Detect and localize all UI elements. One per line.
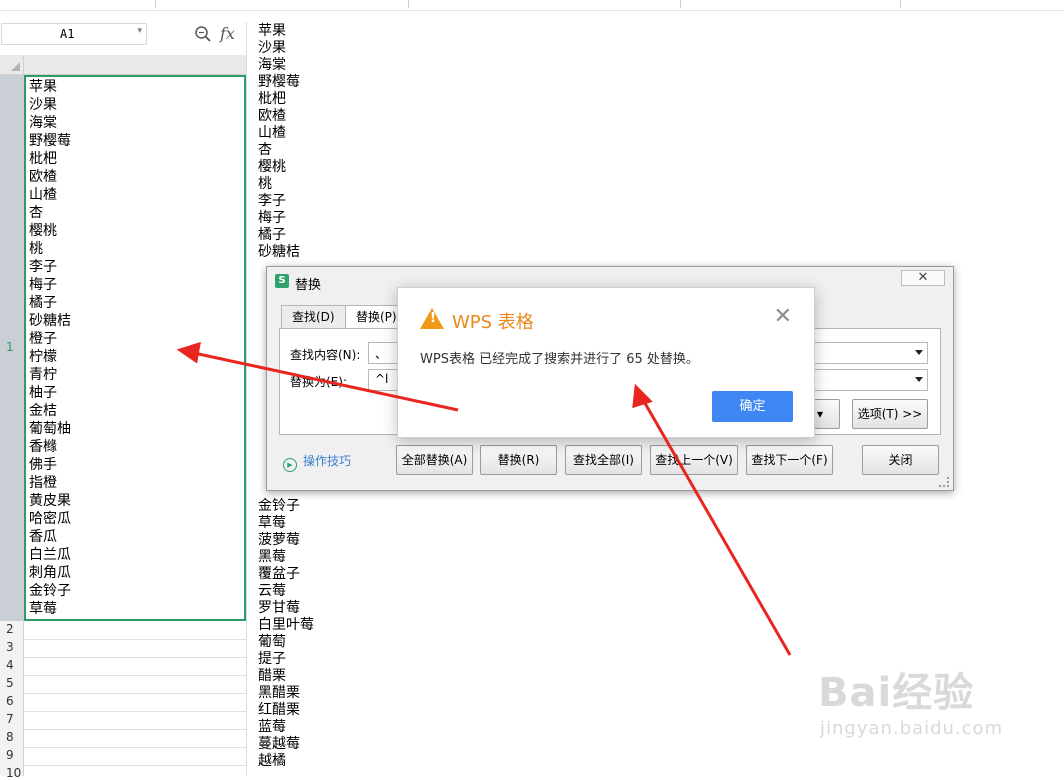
arrowhead bbox=[176, 341, 201, 364]
arrow-to-message bbox=[640, 397, 792, 656]
watermark-url: jingyan.baidu.com bbox=[820, 718, 1004, 739]
arrow-to-cell bbox=[193, 351, 459, 412]
arrowhead bbox=[632, 383, 653, 409]
baidu-watermark: Bai经验 jingyan.baidu.com bbox=[818, 660, 1003, 739]
watermark-brand: Bai经验 bbox=[818, 670, 975, 716]
